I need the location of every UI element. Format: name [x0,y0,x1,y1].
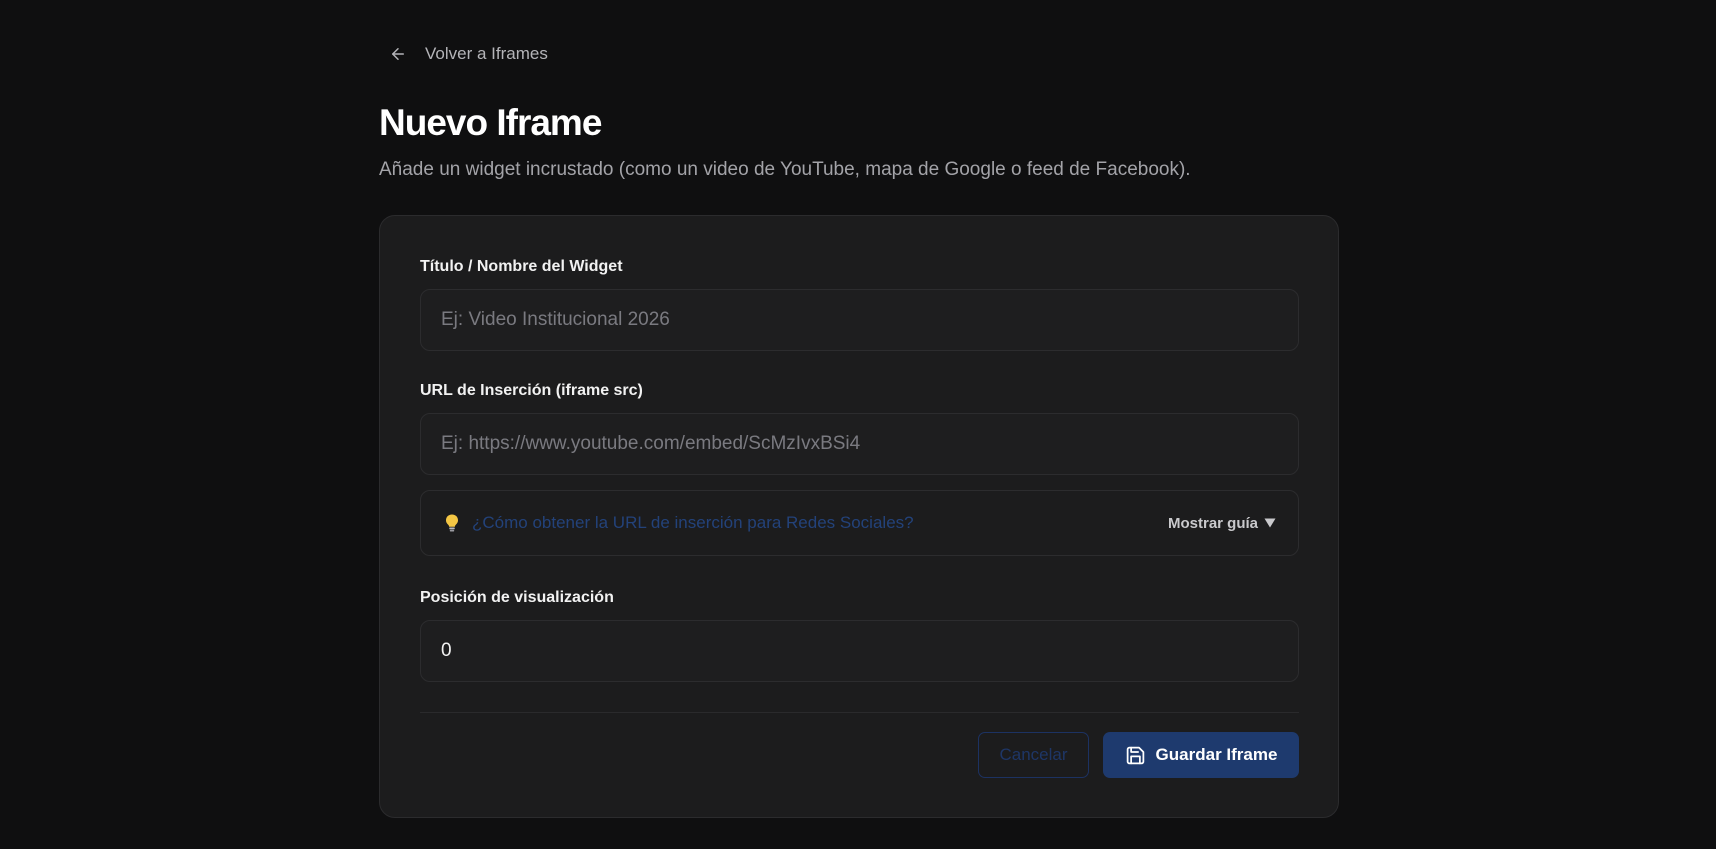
back-link[interactable]: Volver a Iframes [389,44,548,64]
iframe-form-card: Título / Nombre del Widget URL de Inserc… [379,215,1339,818]
position-field-label: Posición de visualización [420,589,614,606]
title-input[interactable] [420,289,1299,351]
url-field-label: URL de Inserción (iframe src) [420,382,643,399]
show-guide-label: Mostrar guía [1167,514,1258,532]
title-field-label: Título / Nombre del Widget [420,258,623,275]
show-guide-button[interactable]: Mostrar guía [1168,515,1276,532]
social-guide-toggle[interactable]: ¿Cómo obtener la URL de inserción para R… [420,490,1299,556]
guide-question-text: ¿Cómo obtener la URL de inserción para R… [472,513,914,532]
save-iframe-button[interactable]: Guardar Iframe [1103,732,1299,778]
back-link-label: Volver a Iframes [425,44,548,63]
caret-down-icon [1264,518,1276,528]
arrow-left-icon [392,48,404,60]
floppy-disk-icon [1126,746,1144,764]
form-divider [420,712,1299,713]
page-title: Nuevo Iframe [379,102,602,143]
lightbulb-icon [446,514,458,532]
position-input[interactable] [420,620,1299,682]
cancel-button[interactable]: Cancelar [978,732,1089,778]
url-input[interactable] [420,413,1299,475]
save-button-label: Guardar Iframe [1155,745,1278,764]
page-subtitle: Añade un widget incrustado (como un vide… [379,159,1191,180]
